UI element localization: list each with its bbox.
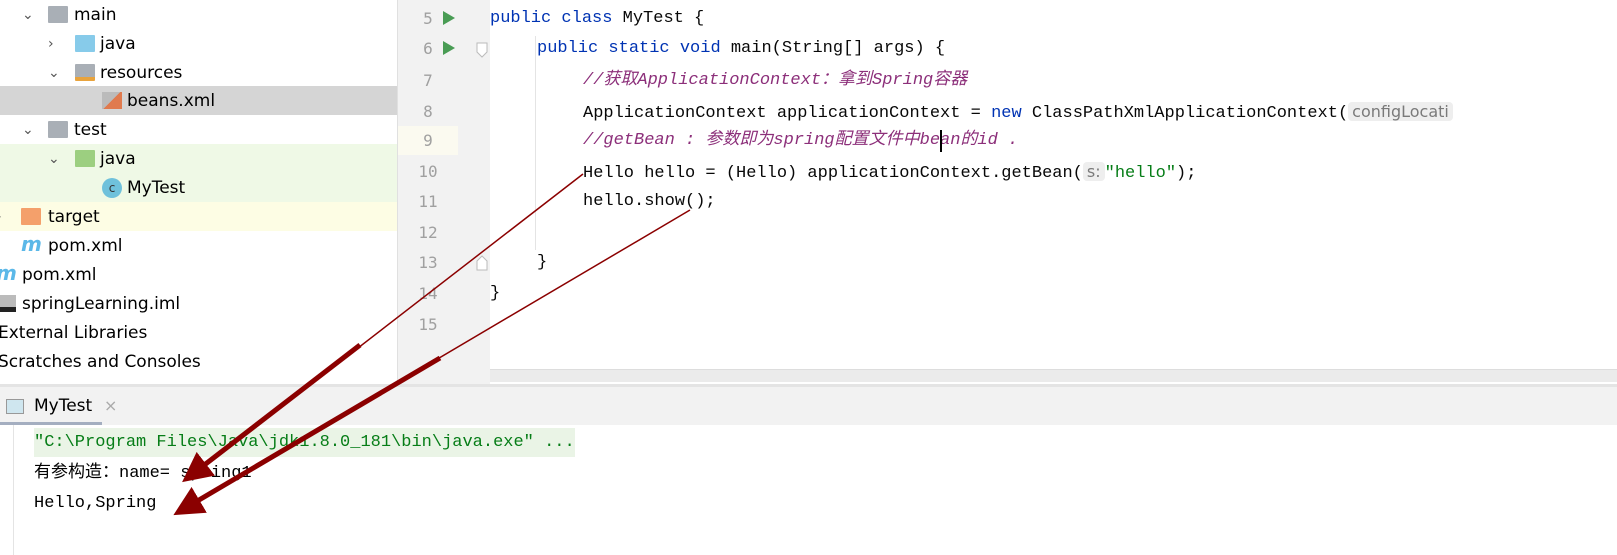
iml-file-icon <box>0 295 16 312</box>
line-number: 7 <box>423 71 433 90</box>
tree-item-beans-xml[interactable]: beans.xml <box>0 86 397 115</box>
resources-folder-icon <box>75 64 95 81</box>
line-number: 15 <box>418 315 438 334</box>
console-icon <box>6 399 24 414</box>
tree-item-mytest[interactable]: c MyTest <box>0 173 397 202</box>
tree-item-java[interactable]: › java <box>0 29 397 58</box>
line-number: 14 <box>418 284 438 303</box>
close-icon[interactable]: × <box>104 396 117 415</box>
fold-icon[interactable] <box>476 255 488 271</box>
tree-item-test-java[interactable]: ⌄ java <box>0 144 397 173</box>
code-line-8: ApplicationContext applicationContext = … <box>583 97 1453 126</box>
tree-item-root-pom-xml[interactable]: m pom.xml <box>0 260 397 289</box>
line-number: 12 <box>418 223 438 242</box>
folder-icon <box>48 121 68 138</box>
tree-item-scratches[interactable]: Scratches and Consoles <box>0 347 397 376</box>
line-number: 13 <box>418 253 438 272</box>
chevron-down-icon[interactable]: ⌄ <box>22 7 34 23</box>
chevron-down-icon[interactable]: ⌄ <box>22 122 34 138</box>
code-line-14: } <box>490 284 501 303</box>
tree-item-iml[interactable]: springLearning.iml <box>0 289 397 318</box>
chevron-down-icon[interactable]: ⌄ <box>48 151 60 167</box>
chevron-down-icon[interactable]: ⌄ <box>48 65 60 81</box>
tab-mytest[interactable]: MyTest × <box>0 387 117 425</box>
java-class-run-icon: c <box>102 178 122 198</box>
console-line: 有参构造：name= spring1 <box>34 464 252 483</box>
run-tab-bar: MyTest × <box>0 387 1617 425</box>
run-icon[interactable] <box>442 10 456 26</box>
excluded-folder-icon <box>21 208 41 225</box>
test-folder-icon <box>75 150 95 167</box>
tree-item-resources[interactable]: ⌄ resources <box>0 58 397 87</box>
maven-icon: m <box>21 232 42 256</box>
code-editor[interactable]: public class MyTest { public static void… <box>490 0 1617 384</box>
text-cursor <box>940 130 942 152</box>
run-panel: MyTest × "C:\Program Files\Java\jdk1.8.0… <box>0 384 1617 555</box>
line-number: 10 <box>418 162 438 181</box>
tree-item-target[interactable]: › target <box>0 202 397 231</box>
folder-icon <box>48 6 68 23</box>
code-line-11: hello.show(); <box>583 192 716 211</box>
line-number: 8 <box>423 102 433 121</box>
tree-item-test[interactable]: ⌄ test <box>0 115 397 144</box>
run-toolbar <box>0 425 14 555</box>
code-line-13: } <box>537 253 548 272</box>
code-line-6: public static void main(String[] args) { <box>537 39 946 58</box>
editor-gutter: 5 6 7 8 9 10 11 12 13 14 15 <box>397 0 518 384</box>
line-number: 11 <box>418 192 438 211</box>
indent-guide <box>535 36 536 250</box>
line-number: 9 <box>398 126 458 155</box>
tree-item-main[interactable]: ⌄ main <box>0 0 397 29</box>
project-tree: ⌄ main › java ⌄ resources beans.xml ⌄ te… <box>0 0 397 384</box>
console-line: Hello,Spring <box>34 494 157 513</box>
code-line-9: //getBean : 参数即为spring配置文件中bean的id . <box>583 131 1019 150</box>
tree-item-pom-xml[interactable]: m pom.xml <box>0 231 397 260</box>
chevron-right-icon[interactable]: › <box>48 36 54 52</box>
code-line-7: //获取ApplicationContext：拿到Spring容器 <box>583 71 968 90</box>
spring-xml-file-icon <box>102 92 122 109</box>
code-line-5: public class MyTest { <box>490 9 705 28</box>
console-line: "C:\Program Files\Java\jdk1.8.0_181\bin\… <box>34 428 575 457</box>
chevron-right-icon[interactable]: › <box>0 209 2 225</box>
horizontal-scrollbar[interactable] <box>490 369 1617 382</box>
fold-icon[interactable] <box>476 42 488 58</box>
tree-item-external-libraries[interactable]: External Libraries <box>0 318 397 347</box>
parameter-hint: s: <box>1082 162 1105 181</box>
code-line-10: Hello hello = (Hello) applicationContext… <box>583 162 1197 183</box>
maven-icon: m <box>0 261 17 285</box>
source-folder-icon <box>75 35 95 52</box>
parameter-hint: configLocati <box>1348 102 1453 121</box>
run-icon[interactable] <box>442 40 456 56</box>
